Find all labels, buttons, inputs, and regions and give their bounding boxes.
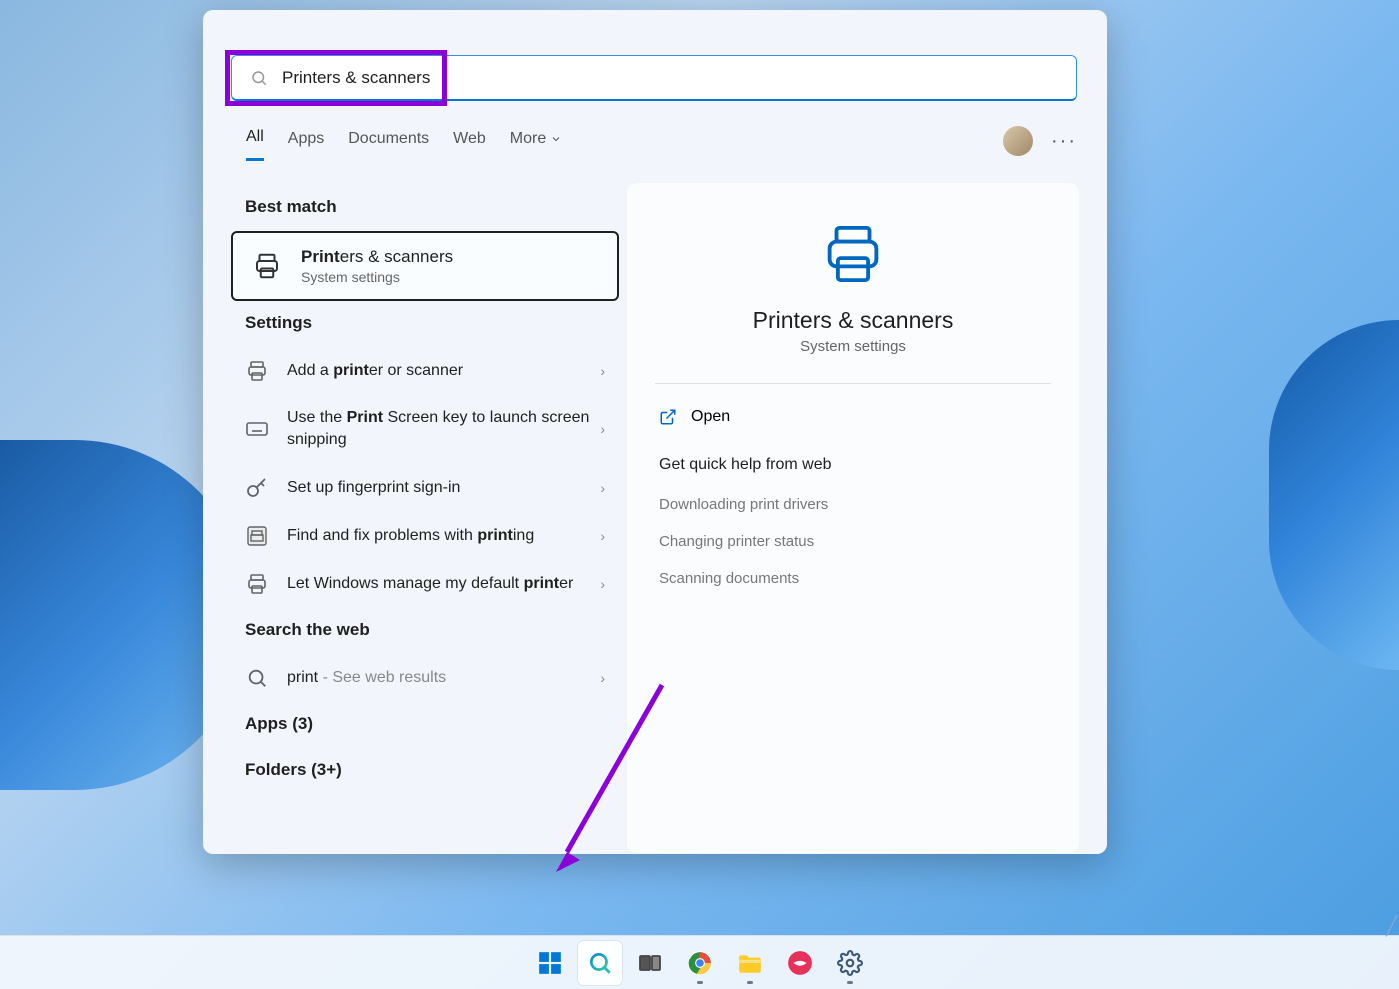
annotation-highlight bbox=[225, 50, 447, 106]
open-label: Open bbox=[691, 408, 730, 426]
printer-box-icon bbox=[245, 524, 269, 548]
taskbar bbox=[0, 935, 1399, 989]
chevron-right-icon: › bbox=[600, 363, 605, 379]
divider bbox=[655, 383, 1051, 384]
user-avatar[interactable] bbox=[1003, 126, 1033, 156]
chevron-right-icon: › bbox=[600, 480, 605, 496]
web-result-text: print - See web results bbox=[287, 667, 592, 689]
settings-button[interactable] bbox=[828, 941, 872, 985]
tab-apps[interactable]: Apps bbox=[288, 130, 324, 160]
settings-item-text: Set up fingerprint sign-in bbox=[287, 477, 592, 499]
tab-more-label: More bbox=[510, 130, 546, 148]
best-match-title: Printers & scanners bbox=[301, 247, 453, 267]
printer-icon bbox=[818, 221, 888, 287]
preview-pane: Printers & scanners System settings Open… bbox=[627, 183, 1079, 853]
preview-title: Printers & scanners bbox=[655, 307, 1051, 334]
printer-icon bbox=[245, 572, 269, 596]
section-folders[interactable]: Folders (3+) bbox=[227, 748, 623, 794]
wallpaper-decoration bbox=[1269, 320, 1399, 670]
more-options-button[interactable]: ··· bbox=[1051, 130, 1077, 153]
settings-item[interactable]: Use the Print Screen key to launch scree… bbox=[227, 395, 623, 464]
section-settings: Settings bbox=[227, 301, 623, 347]
open-action[interactable]: Open bbox=[655, 400, 1051, 434]
open-link-icon bbox=[659, 408, 677, 426]
settings-item-text: Find and fix problems with printing bbox=[287, 525, 592, 547]
keyboard-icon bbox=[245, 417, 269, 441]
start-search-panel: All Apps Documents Web More ··· Best mat… bbox=[203, 10, 1107, 854]
preview-subtitle: System settings bbox=[655, 338, 1051, 355]
tab-all[interactable]: All bbox=[246, 128, 264, 161]
section-apps[interactable]: Apps (3) bbox=[227, 702, 623, 748]
help-header: Get quick help from web bbox=[659, 456, 1047, 474]
best-match-subtitle: System settings bbox=[301, 269, 453, 285]
chrome-button[interactable] bbox=[678, 941, 722, 985]
start-button[interactable] bbox=[528, 941, 572, 985]
file-explorer-button[interactable] bbox=[728, 941, 772, 985]
key-icon bbox=[245, 476, 269, 500]
results-column: Best match Printers & scanners System se… bbox=[227, 185, 623, 794]
task-view-button[interactable] bbox=[628, 941, 672, 985]
tab-more[interactable]: More bbox=[510, 130, 562, 160]
settings-item[interactable]: Find and fix problems with printing › bbox=[227, 512, 623, 560]
settings-item[interactable]: Add a printer or scanner › bbox=[227, 347, 623, 395]
printer-icon bbox=[245, 359, 269, 383]
help-link[interactable]: Scanning documents bbox=[655, 560, 1051, 597]
chevron-right-icon: › bbox=[600, 670, 605, 686]
settings-item-text: Use the Print Screen key to launch scree… bbox=[287, 407, 592, 452]
chevron-down-icon bbox=[550, 133, 562, 145]
best-match-item[interactable]: Printers & scanners System settings bbox=[231, 231, 619, 301]
settings-item-text: Let Windows manage my default printer bbox=[287, 573, 592, 595]
section-best-match: Best match bbox=[227, 185, 623, 231]
settings-item[interactable]: Let Windows manage my default printer › bbox=[227, 560, 623, 608]
tab-web[interactable]: Web bbox=[453, 130, 486, 160]
filter-tabs: All Apps Documents Web More bbox=[246, 128, 562, 161]
tab-documents[interactable]: Documents bbox=[348, 130, 429, 160]
chevron-right-icon: › bbox=[600, 528, 605, 544]
help-link[interactable]: Downloading print drivers bbox=[655, 486, 1051, 523]
web-result-item[interactable]: print - See web results › bbox=[227, 654, 623, 702]
search-button[interactable] bbox=[578, 941, 622, 985]
settings-item[interactable]: Set up fingerprint sign-in › bbox=[227, 464, 623, 512]
chevron-right-icon: › bbox=[600, 576, 605, 592]
help-link[interactable]: Changing printer status bbox=[655, 523, 1051, 560]
chevron-right-icon: › bbox=[600, 421, 605, 437]
section-search-web: Search the web bbox=[227, 608, 623, 654]
search-icon bbox=[245, 666, 269, 690]
settings-item-text: Add a printer or scanner bbox=[287, 360, 592, 382]
printer-icon bbox=[251, 250, 283, 282]
lips-app-button[interactable] bbox=[778, 941, 822, 985]
resize-grip: ╱ bbox=[1386, 916, 1397, 937]
